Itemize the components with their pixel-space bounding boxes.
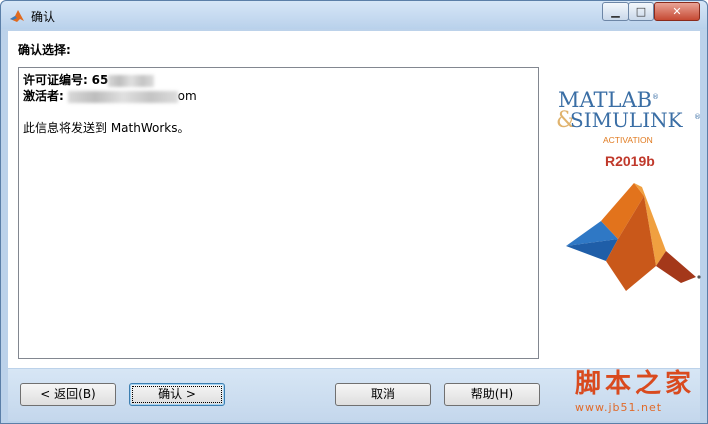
site-watermark: 脚本之家 www.jb51.net bbox=[569, 361, 705, 421]
logo-reg-2: ® bbox=[694, 113, 701, 121]
membrane-icon bbox=[566, 183, 701, 291]
license-label: 许可证编号: bbox=[23, 73, 88, 87]
minimize-button[interactable]: ▁ bbox=[602, 2, 629, 21]
confirm-button[interactable]: 确认 > bbox=[129, 383, 225, 406]
activator-line: 激活者: om bbox=[23, 88, 534, 104]
redacted-email bbox=[67, 90, 178, 103]
logo-release: R2019b bbox=[605, 153, 655, 169]
watermark-url: www.jb51.net bbox=[575, 401, 663, 414]
title-bar[interactable]: 确认 ▁ □ ✕ bbox=[1, 1, 707, 29]
logo-simulink: SIMULINK bbox=[570, 108, 684, 132]
logo-reg-1: ® bbox=[652, 93, 659, 101]
close-button[interactable]: ✕ bbox=[654, 2, 700, 21]
license-value: 65 bbox=[91, 73, 109, 87]
matlab-simulink-logo: MATLAB ® & SIMULINK ® ACTIVATION R2019b bbox=[556, 88, 701, 291]
logo-activation: ACTIVATION bbox=[603, 135, 653, 145]
back-button[interactable]: < 返回(B) bbox=[20, 383, 116, 406]
summary-textbox[interactable]: 许可证编号: 65 激活者: om 此信息将发送到 MathWorks。 bbox=[18, 67, 539, 359]
maximize-button[interactable]: □ bbox=[628, 2, 654, 21]
redacted-license bbox=[108, 74, 155, 87]
confirm-dialog: 确认 ▁ □ ✕ 确认选择: 许可证编号: 65 激活者: om 此信息将发送到… bbox=[0, 0, 708, 424]
help-button[interactable]: 帮助(H) bbox=[444, 383, 540, 406]
cancel-button[interactable]: 取消 bbox=[335, 383, 431, 406]
watermark-title: 脚本之家 bbox=[575, 369, 696, 399]
message-line: 此信息将发送到 MathWorks。 bbox=[23, 121, 190, 135]
page-heading: 确认选择: bbox=[18, 43, 71, 57]
dialog-body: 确认选择: 许可证编号: 65 激活者: om 此信息将发送到 MathWork… bbox=[8, 31, 701, 368]
activator-value-suffix: om bbox=[177, 89, 197, 103]
activator-label: 激活者: bbox=[23, 89, 64, 103]
matlab-icon bbox=[10, 10, 24, 22]
license-line: 许可证编号: 65 bbox=[23, 72, 534, 88]
window-title: 确认 bbox=[31, 10, 56, 24]
